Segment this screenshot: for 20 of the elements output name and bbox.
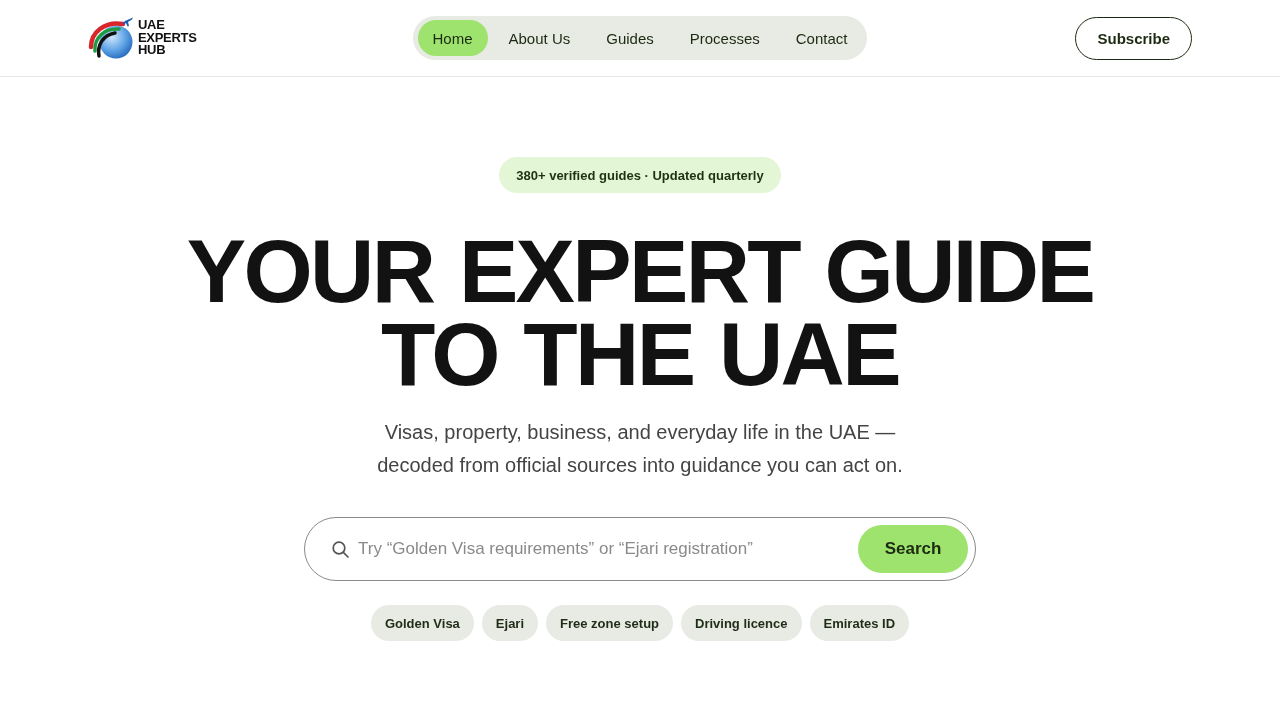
search-field[interactable]: Try “Golden Visa requirements” or “Ejari registration” xyxy=(358,529,849,569)
logo-text: UAE EXPERTS HUB xyxy=(138,19,197,57)
topic-chip[interactable]: Emirates ID xyxy=(809,605,910,641)
nav-link[interactable]: Guides xyxy=(591,20,669,56)
nav-link[interactable]: Contact xyxy=(780,20,863,56)
topic-chip[interactable]: Free zone setup xyxy=(546,605,673,641)
topic-chip[interactable]: Ejari xyxy=(481,605,539,641)
topic-chip[interactable]: Golden Visa xyxy=(370,605,474,641)
badge: 380+ verified guides · Updated quarterly xyxy=(499,157,781,193)
topic-chip[interactable]: Driving licence xyxy=(681,605,802,641)
hero-headline: YOUR EXPERT GUIDE TO THE UAE xyxy=(185,230,1095,396)
search-button[interactable]: Search xyxy=(858,525,968,573)
nav-link[interactable]: Home xyxy=(417,20,488,56)
search-icon xyxy=(332,540,349,558)
nav-link[interactable]: About Us xyxy=(493,20,586,56)
globe-swoosh-logo-icon xyxy=(88,16,134,60)
search-bar[interactable]: Try “Golden Visa requirements” or “Ejari registration” Search xyxy=(304,517,976,581)
nav-link[interactable]: Processes xyxy=(674,20,775,56)
hero-subtitle: Visas, property, business, and everyday life in the UAE — decoded from official sources into guidance you can act on. xyxy=(376,420,904,478)
subscribe-button[interactable]: Subscribe xyxy=(1075,16,1192,60)
